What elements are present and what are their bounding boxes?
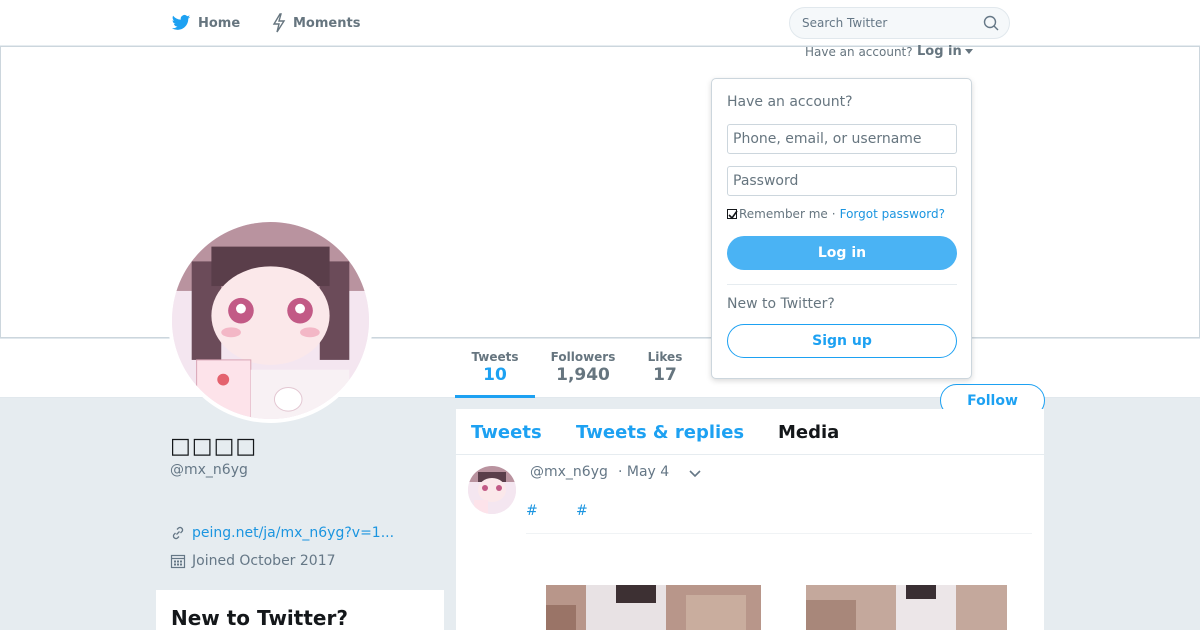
stat-tweets[interactable]: Tweets 10 — [455, 350, 535, 398]
signup-card: New to Twitter? — [156, 590, 444, 630]
profile-url-link[interactable]: peing.net/ja/mx_n6yg?v=1... — [192, 525, 394, 541]
stat-likes-value: 17 — [653, 365, 677, 385]
nav-moments[interactable]: Moments — [271, 12, 360, 34]
search-input[interactable] — [790, 8, 980, 38]
tab-tweets-and-replies[interactable]: Tweets & replies — [576, 422, 744, 443]
stat-likes-label: Likes — [647, 350, 683, 364]
remember-separator: · — [831, 207, 836, 221]
stat-followers-value: 1,940 — [556, 365, 610, 385]
calendar-icon — [170, 554, 186, 569]
search-box — [789, 7, 1010, 39]
remember-checkbox[interactable] — [727, 209, 738, 220]
profile-handle[interactable]: @mx_n6yg — [170, 462, 248, 478]
forgot-password-link[interactable]: Forgot password? — [840, 207, 945, 221]
username-field[interactable] — [727, 124, 957, 154]
stat-followers-label: Followers — [550, 350, 616, 364]
caret-down-icon — [964, 48, 973, 54]
tweet-hashtag[interactable]: # — [526, 503, 538, 519]
avatar-illustration — [172, 222, 369, 419]
tweet-media-image[interactable] — [546, 585, 761, 630]
profile-joined-text: Joined October 2017 — [192, 553, 336, 569]
login-dropdown: Have an account? Remember me · Forgot pa… — [711, 78, 972, 379]
tweet-avatar-illustration — [468, 466, 516, 514]
stat-followers[interactable]: Followers 1,940 — [543, 350, 623, 385]
chevron-down-icon[interactable] — [688, 467, 702, 481]
link-icon — [172, 526, 184, 540]
lightning-icon — [272, 13, 286, 33]
stat-likes[interactable]: Likes 17 — [636, 350, 694, 385]
signup-button[interactable]: Sign up — [727, 324, 957, 358]
pixelated-photo — [546, 585, 761, 630]
profile-joined-row: Joined October 2017 — [170, 553, 336, 569]
profile-url-row: peing.net/ja/mx_n6yg?v=1... — [170, 525, 394, 541]
profile-avatar[interactable] — [168, 218, 373, 423]
tweet-media-divider — [526, 533, 1032, 534]
profile-name: □□□□ — [170, 434, 258, 459]
twitter-bird-icon — [171, 15, 191, 30]
tweet-media-image[interactable] — [806, 585, 1007, 630]
tab-tweets[interactable]: Tweets — [471, 422, 542, 443]
login-dropdown-toggle[interactable]: Log in — [917, 44, 973, 59]
signup-card-title: New to Twitter? — [171, 606, 348, 630]
tweet-hashtag[interactable]: # — [576, 503, 588, 519]
password-field[interactable] — [727, 166, 957, 196]
magnifier-icon[interactable] — [983, 15, 999, 31]
tweet-avatar[interactable] — [468, 466, 516, 514]
dropdown-caret — [931, 70, 947, 78]
stat-tweets-label: Tweets — [471, 350, 519, 364]
login-dropdown-title: Have an account? — [727, 94, 853, 110]
timeline-tabs: Tweets Tweets & replies Media — [456, 409, 1044, 455]
tweet-handle[interactable]: @mx_n6yg — [530, 464, 608, 480]
tweet-date[interactable]: · May 4 — [618, 464, 669, 480]
top-navigation-bar: Home Moments — [0, 0, 1200, 46]
account-prompt: Have an account? — [805, 45, 913, 59]
nav-moments-label: Moments — [293, 15, 361, 31]
checkmark-icon — [728, 210, 738, 220]
nav-home[interactable]: Home — [170, 12, 240, 34]
timeline: Tweets Tweets & replies Media @mx_n6yg ·… — [456, 409, 1044, 630]
remember-label: Remember me — [739, 207, 828, 221]
remember-row: Remember me · Forgot password? — [727, 207, 945, 221]
login-toggle-label: Log in — [917, 44, 962, 59]
pixelated-photo — [806, 585, 1007, 630]
stat-tweets-value: 10 — [483, 365, 507, 385]
new-to-twitter-label: New to Twitter? — [727, 296, 835, 312]
nav-home-label: Home — [198, 15, 241, 31]
login-button[interactable]: Log in — [727, 236, 957, 270]
dropdown-divider — [727, 284, 957, 285]
tab-media[interactable]: Media — [778, 422, 839, 443]
